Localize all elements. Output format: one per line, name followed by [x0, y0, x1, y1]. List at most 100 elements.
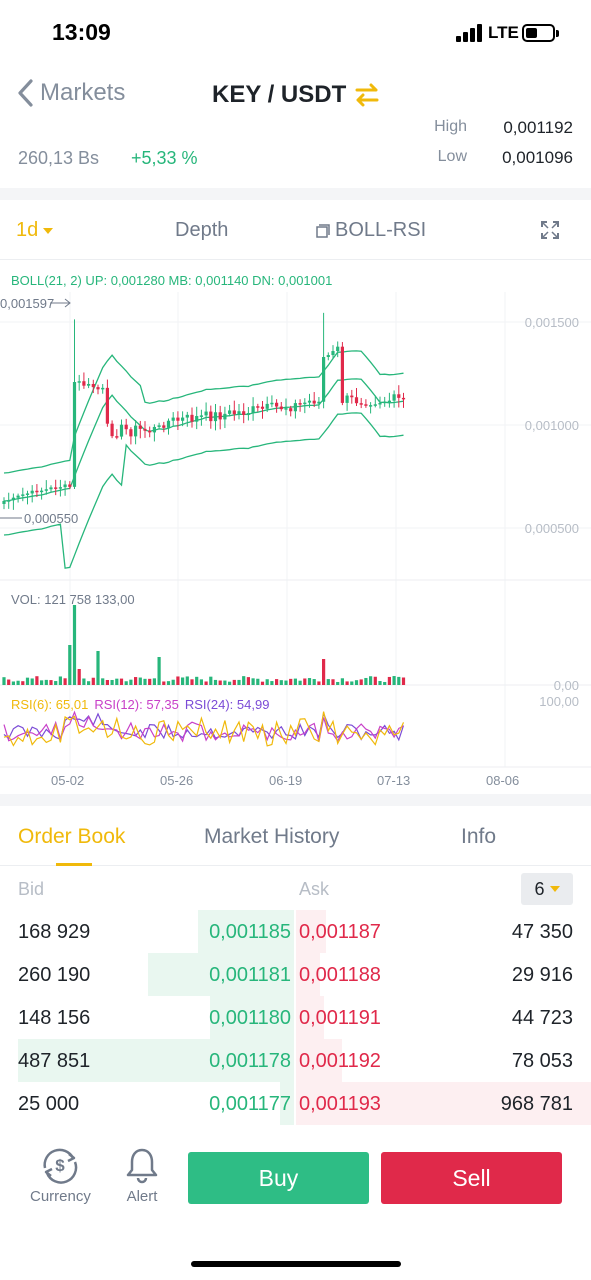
volume-bar	[218, 680, 222, 685]
candle-body	[87, 383, 91, 386]
volume-bar	[152, 678, 156, 685]
status-time: 13:09	[52, 19, 111, 45]
candle-body	[7, 500, 11, 502]
alert-label: Alert	[126, 1188, 158, 1205]
volume-bar	[21, 681, 25, 685]
candle-body	[350, 395, 354, 398]
bid-quantity: 260 190	[18, 964, 91, 986]
volume-bar	[115, 678, 119, 685]
volume-bar	[101, 678, 105, 685]
candle-body	[134, 425, 138, 437]
volume-bar	[91, 677, 95, 685]
orderbook-row[interactable]: 260 190 0,001181 0,001188 29 916	[0, 953, 591, 996]
volume-bar	[7, 679, 11, 685]
candle-body	[364, 404, 368, 406]
candle-body	[237, 411, 241, 415]
volume-bar	[87, 681, 91, 685]
volume-bar	[166, 681, 171, 685]
volume-bar	[176, 676, 180, 685]
indicator-icon	[316, 223, 330, 238]
volume-bar	[228, 681, 232, 685]
currency-button[interactable]: $ Currency	[30, 1146, 91, 1205]
candle-body	[265, 403, 269, 409]
orderbook-rows: 168 929 0,001185 0,001187 47 350 260 190…	[0, 910, 591, 1125]
chevron-left-icon	[18, 79, 33, 107]
candle-body	[293, 403, 297, 412]
candle-body	[373, 404, 377, 406]
boll-legend: BOLL(21, 2) UP: 0,001280 MB: 0,001140 DN…	[11, 273, 333, 288]
bid-price: 0,001177	[209, 1093, 291, 1115]
volume-bar	[40, 680, 44, 685]
volume-bar	[77, 669, 81, 685]
interval-label: 1d	[16, 219, 39, 241]
candle-body	[58, 487, 62, 489]
candle-body	[336, 346, 340, 352]
candle-body	[181, 417, 185, 421]
volume-bar	[373, 676, 377, 685]
tab-depth[interactable]: Depth	[175, 219, 228, 242]
candle-body	[68, 484, 72, 487]
interval-selector[interactable]: 1d	[16, 219, 54, 242]
tab-market-history[interactable]: Market History	[204, 825, 339, 849]
ask-price: 0,001192	[299, 1050, 381, 1072]
candle-body	[30, 490, 34, 494]
carrier-label: LTE	[488, 23, 519, 42]
swap-icon	[355, 83, 379, 107]
candle-body	[322, 357, 326, 402]
candle-body	[40, 490, 44, 493]
orderbook-row[interactable]: 25 000 0,001177 0,001193 968 781	[0, 1082, 591, 1125]
volume-bar	[350, 681, 354, 685]
volume-bar	[185, 676, 189, 685]
volume-legend: VOL: 121 758 133,00	[11, 592, 135, 607]
caret-down-icon	[43, 227, 54, 234]
fullscreen-button[interactable]	[540, 220, 560, 246]
orderbook-tabs: Order Book Market History Info	[0, 806, 591, 866]
volume-bar	[284, 680, 288, 685]
fullscreen-icon	[541, 221, 559, 239]
volume-bar	[2, 677, 6, 685]
high-marker-label: 0,001597	[0, 296, 55, 311]
candle-body	[204, 411, 208, 416]
candle-body	[77, 381, 81, 383]
bid-price: 0,001181	[209, 964, 291, 986]
ask-quantity: 78 053	[511, 1050, 573, 1072]
volume-bar	[265, 679, 269, 685]
candle-body	[16, 495, 20, 498]
pair-selector[interactable]: KEY / USDT	[212, 81, 380, 109]
alert-button[interactable]: Alert	[122, 1146, 162, 1205]
volume-bar	[162, 681, 166, 685]
ask-quantity: 29 916	[511, 964, 573, 986]
candle-body	[209, 411, 213, 422]
price-chart[interactable]: BOLL(21, 2) UP: 0,001280 MB: 0,001140 DN…	[0, 262, 591, 792]
back-button[interactable]: Markets	[16, 78, 125, 108]
orderbook-row[interactable]: 168 929 0,001185 0,001187 47 350	[0, 910, 591, 953]
volume-bar	[256, 678, 260, 685]
volume-bar	[25, 677, 30, 685]
tab-info[interactable]: Info	[461, 825, 496, 849]
candle-body	[369, 405, 373, 407]
volume-bar	[181, 677, 185, 685]
volume-bar	[195, 676, 199, 685]
candle-body	[44, 489, 48, 491]
volume-bar	[49, 680, 53, 685]
y-tick: 0,001500	[524, 315, 579, 330]
volume-bar	[232, 679, 236, 685]
candle-body	[260, 406, 265, 409]
orderbook-row[interactable]: 487 851 0,001178 0,001192 78 053	[0, 1039, 591, 1082]
volume-bar	[392, 676, 396, 685]
volume-bar	[401, 677, 406, 685]
candle-body	[72, 382, 77, 487]
buy-button[interactable]: Buy	[188, 1152, 369, 1204]
volume-bar	[387, 676, 391, 685]
ask-quantity: 47 350	[511, 921, 573, 943]
price-change: +5,33 %	[131, 148, 198, 168]
tab-order-book[interactable]: Order Book	[18, 825, 125, 849]
indicator-selector[interactable]: BOLL-RSI	[316, 219, 426, 242]
candle-body	[152, 426, 156, 433]
precision-selector[interactable]: 6	[521, 873, 573, 905]
orderbook-row[interactable]: 148 156 0,001180 0,001191 44 723	[0, 996, 591, 1039]
indicator-label: BOLL-RSI	[335, 219, 427, 241]
volume-bar	[213, 679, 218, 685]
sell-button[interactable]: Sell	[381, 1152, 562, 1204]
volume-bar	[397, 676, 401, 685]
